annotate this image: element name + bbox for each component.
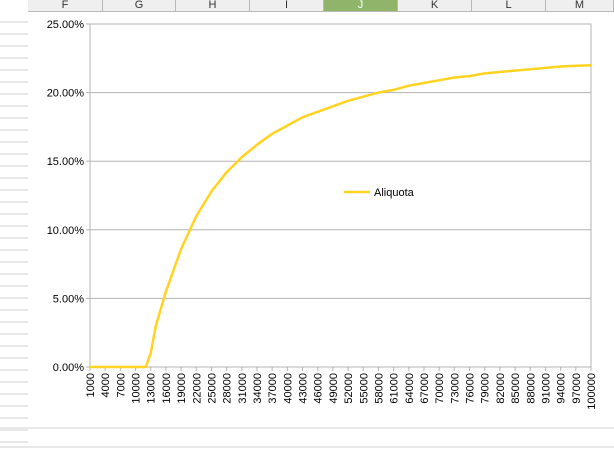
x-tick-label: 46000: [313, 373, 325, 404]
x-tick-label: 31000: [237, 373, 249, 404]
column-header-i[interactable]: I: [250, 0, 324, 12]
x-tick-label: 37000: [267, 373, 279, 404]
column-header-l[interactable]: L: [472, 0, 546, 12]
x-tick-label: 73000: [449, 373, 461, 404]
y-tick-label: 25.00%: [47, 19, 85, 31]
spreadsheet: FGHIJKLM 0.00% 5.00% 10.00% 15.00% 20.00% 25.…: [0, 0, 614, 452]
x-tick-label: 88000: [525, 373, 537, 404]
x-tick-label: 49000: [328, 373, 340, 404]
legend-label: Aliquota: [374, 187, 415, 199]
x-tick-label: 82000: [495, 373, 507, 404]
x-tick-label: 76000: [465, 373, 477, 404]
x-tick-label: 64000: [404, 373, 416, 404]
y-tick-label: 5.00%: [53, 293, 84, 305]
x-tick-label: 34000: [252, 373, 264, 404]
x-tick-label: 40000: [282, 373, 294, 404]
x-tick-label: 70000: [434, 373, 446, 404]
y-tick-label: 0.00%: [53, 362, 84, 374]
x-tick-label: 4000: [100, 373, 112, 397]
x-tick-label: 16000: [161, 373, 173, 404]
x-tick-label: 10000: [131, 373, 143, 404]
x-tick-label: 28000: [222, 373, 234, 404]
x-tick-label: 25000: [206, 373, 218, 404]
y-axis-tick-labels: 0.00% 5.00% 10.00% 15.00% 20.00% 25.00%: [47, 19, 85, 374]
x-tick-label: 22000: [191, 373, 203, 404]
column-header-k[interactable]: K: [398, 0, 472, 12]
x-tick-label: 100000: [586, 373, 598, 410]
chart-object[interactable]: 0.00% 5.00% 10.00% 15.00% 20.00% 25.00% 1000 4…: [28, 12, 614, 427]
y-tick-label: 15.00%: [47, 156, 85, 168]
column-header-h[interactable]: H: [176, 0, 250, 12]
line-chart[interactable]: 0.00%5.00%10.00%15.00%20.00%25.00% 1000 4…: [28, 12, 614, 427]
y-tick-label: 10.00%: [47, 225, 85, 237]
x-tick-label: 52000: [343, 373, 355, 404]
x-tick-label: 91000: [540, 373, 552, 404]
x-tick-label: 43000: [298, 373, 310, 404]
column-header-f[interactable]: F: [28, 0, 103, 12]
x-tick-label: 97000: [571, 373, 583, 404]
chart-gridlines: [86, 23, 592, 371]
y-tick-label: 20.00%: [47, 88, 85, 100]
x-tick-label: 67000: [419, 373, 431, 404]
x-tick-label: 7000: [115, 373, 127, 397]
column-header-j[interactable]: J: [324, 0, 398, 12]
x-tick-label: 61000: [389, 373, 401, 404]
plot-area: [89, 23, 592, 368]
x-tick-label: 58000: [373, 373, 385, 404]
x-tick-label: 13000: [146, 373, 158, 404]
x-tick-label: 1000: [85, 373, 97, 397]
x-tick-label: 85000: [510, 373, 522, 404]
x-tick-label: 55000: [358, 373, 370, 404]
x-tick-label: 94000: [556, 373, 568, 404]
x-axis-tick-labels: 1000 4000 7000 10000 13000 16000 19000 22000 250…: [85, 373, 598, 410]
x-tick-label: 79000: [480, 373, 492, 404]
column-header-g[interactable]: G: [103, 0, 176, 12]
column-header-m[interactable]: M: [546, 0, 614, 12]
x-tick-label: 19000: [176, 373, 188, 404]
